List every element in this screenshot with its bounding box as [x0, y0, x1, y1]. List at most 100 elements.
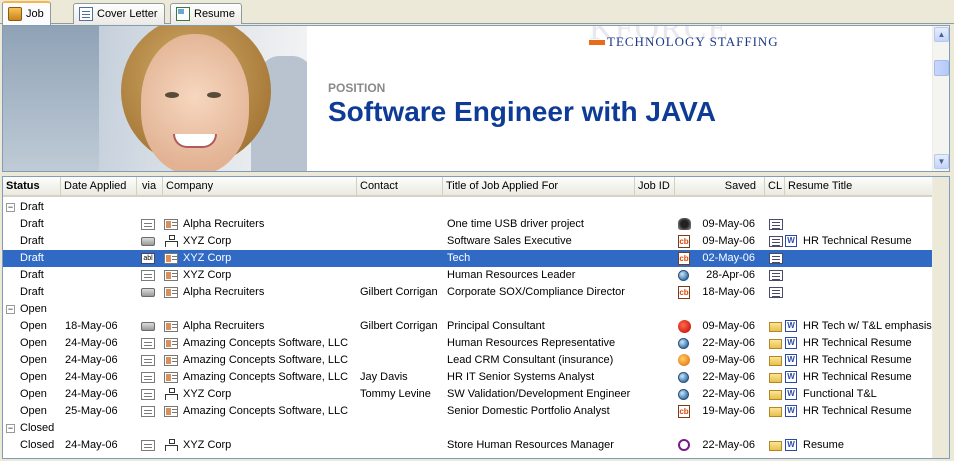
scroll-down-button[interactable]: ▼: [934, 154, 949, 169]
cell-date-applied: 24-May-06: [65, 388, 118, 400]
table-row[interactable]: Closed 24-May-06 XYZ Corp Store Human Resou…: [3, 437, 941, 454]
orange-source-icon: [678, 354, 690, 366]
table-row[interactable]: Open 24-May-06 Amazing Concepts Software, …: [3, 369, 941, 386]
cell-status: Open: [20, 354, 47, 366]
cell-contact: [360, 233, 443, 250]
word-doc-icon[interactable]: W: [785, 405, 797, 417]
word-doc-icon[interactable]: W: [785, 388, 797, 400]
email-icon: [141, 355, 155, 366]
cell-company: XYZ Corp: [183, 439, 232, 451]
cell-job-title: Tech: [447, 252, 471, 264]
cell-saved: 22-May-06: [702, 371, 755, 383]
col-via[interactable]: via: [137, 177, 163, 195]
cell-contact: [360, 267, 443, 284]
col-saved[interactable]: Saved: [675, 177, 765, 195]
table-row[interactable]: Open 24-May-06 XYZ Corp Tommy Levine SW Vali…: [3, 386, 941, 403]
tab-cover-letter[interactable]: Cover Letter: [73, 3, 165, 24]
scroll-thumb[interactable]: [934, 60, 949, 76]
word-doc-icon[interactable]: W: [785, 235, 797, 247]
cell-company: XYZ Corp: [183, 388, 232, 400]
cell-saved: 22-May-06: [702, 337, 755, 349]
cell-date-applied: [65, 233, 137, 250]
word-doc-icon[interactable]: W: [785, 439, 797, 451]
web-globe-icon: [678, 372, 689, 383]
word-doc-icon[interactable]: W: [785, 320, 797, 332]
table-row[interactable]: Draft abl XYZ Corp Tech cb 02-May-06: [3, 250, 941, 267]
folder-icon[interactable]: [769, 339, 782, 349]
collapse-toggle-icon[interactable]: −: [6, 203, 15, 212]
cover-letter-icon[interactable]: [769, 253, 783, 264]
col-resume-title[interactable]: Resume Title: [785, 177, 941, 195]
careerbuilder-icon: cb: [678, 235, 690, 248]
word-doc-icon[interactable]: W: [785, 337, 797, 349]
cell-job-title: Store Human Resources Manager: [447, 439, 614, 451]
cell-date-applied: [65, 284, 137, 301]
job-board-monitor-icon: [678, 218, 691, 230]
org-chart-icon: [164, 388, 178, 401]
collapse-toggle-icon[interactable]: −: [6, 305, 15, 314]
group-label: Closed: [20, 422, 55, 434]
group-label: Draft: [20, 201, 44, 213]
cell-saved: 28-Apr-06: [706, 269, 755, 281]
email-icon: [141, 389, 155, 400]
collapse-toggle-icon[interactable]: −: [6, 424, 15, 433]
cell-job-title: One time USB driver project: [447, 218, 584, 230]
col-job-id[interactable]: Job ID: [635, 177, 675, 195]
table-row[interactable]: Draft Alpha Recruiters Gilbert Corrigan Cor…: [3, 284, 941, 301]
email-icon: [141, 338, 155, 349]
col-status[interactable]: Status: [3, 177, 61, 195]
header-photo: [3, 26, 307, 171]
group-row-closed[interactable]: − Closed: [3, 420, 941, 437]
position-label: POSITION: [328, 81, 386, 95]
briefcase-icon: [8, 7, 22, 21]
word-doc-icon[interactable]: W: [785, 354, 797, 366]
col-date-applied[interactable]: Date Applied: [61, 177, 137, 195]
folder-icon[interactable]: [769, 441, 782, 451]
tab-resume[interactable]: Resume: [170, 3, 242, 24]
web-globe-icon: [678, 270, 689, 281]
cell-job-title: Lead CRM Consultant (insurance): [447, 354, 614, 366]
cover-letter-icon[interactable]: [769, 270, 783, 281]
cell-company: Alpha Recruiters: [183, 320, 265, 332]
cover-letter-icon[interactable]: [769, 219, 783, 230]
resume-icon: [176, 7, 190, 21]
folder-icon[interactable]: [769, 407, 782, 417]
cell-company: XYZ Corp: [183, 235, 232, 247]
table-row[interactable]: Open 18-May-06 Alpha Recruiters Gilbert Cor…: [3, 318, 941, 335]
table-row[interactable]: Open 24-May-06 Amazing Concepts Software, …: [3, 335, 941, 352]
cell-job-title: Software Sales Executive: [447, 235, 572, 247]
folder-icon[interactable]: [769, 322, 782, 332]
careerbuilder-icon: cb: [678, 252, 690, 265]
cover-letter-icon[interactable]: [769, 287, 783, 298]
table-row[interactable]: Open 24-May-06 Amazing Concepts Software, …: [3, 352, 941, 369]
header-scrollbar[interactable]: ▲ ▼: [932, 26, 949, 171]
company-logo: KFORCE TECHNOLOGY STAFFING: [589, 26, 809, 52]
company-card-icon: [164, 253, 178, 264]
cell-saved: 18-May-06: [702, 286, 755, 298]
scroll-up-button[interactable]: ▲: [934, 27, 949, 42]
email-icon: [141, 372, 155, 383]
tab-job[interactable]: Job: [2, 1, 51, 25]
cover-letter-icon[interactable]: [769, 236, 783, 247]
word-doc-icon[interactable]: W: [785, 371, 797, 383]
cell-contact: [360, 216, 443, 233]
red-source-icon: [678, 320, 691, 333]
table-row[interactable]: Open 25-May-06 Amazing Concepts Software, …: [3, 403, 941, 420]
folder-icon[interactable]: [769, 373, 782, 383]
folder-icon[interactable]: [769, 390, 782, 400]
group-row-draft[interactable]: − Draft: [3, 199, 941, 216]
table-row[interactable]: Draft Alpha Recruiters One time USB driver…: [3, 216, 941, 233]
grid-rows: − Draft Draft Alpha Recruiters One time USB …: [3, 199, 941, 454]
cell-company: Alpha Recruiters: [183, 218, 265, 230]
col-cl[interactable]: CL: [765, 177, 785, 195]
group-row-open[interactable]: − Open: [3, 301, 941, 318]
cell-company: Amazing Concepts Software, LLC: [183, 371, 349, 383]
cell-resume-title: HR Technical Resume: [803, 405, 912, 417]
table-row[interactable]: Draft XYZ Corp Human Resources Leader 28-Ap…: [3, 267, 941, 284]
col-job-title[interactable]: Title of Job Applied For: [443, 177, 635, 195]
col-contact[interactable]: Contact: [357, 177, 443, 195]
col-company[interactable]: Company: [163, 177, 357, 195]
cell-job-title: Principal Consultant: [447, 320, 545, 332]
folder-icon[interactable]: [769, 356, 782, 366]
table-row[interactable]: Draft XYZ Corp Software Sales Executive cb 0…: [3, 233, 941, 250]
